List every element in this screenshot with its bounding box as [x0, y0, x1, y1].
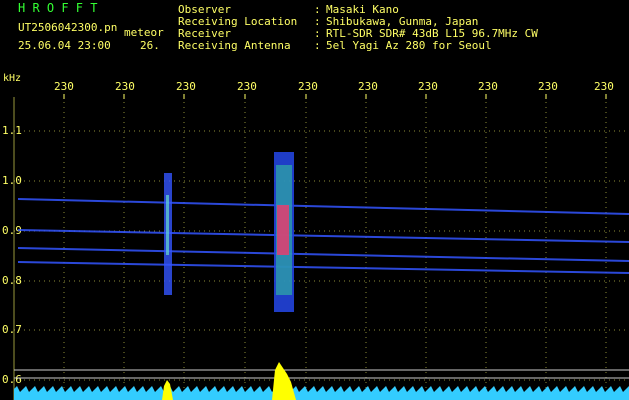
histogram-baseline — [14, 386, 629, 400]
carrier-trace — [17, 229, 629, 243]
carrier-trace — [17, 198, 629, 215]
signal-histogram — [14, 362, 629, 400]
meteor-echo-large-core — [277, 205, 289, 255]
histogram-peak-large — [272, 362, 296, 400]
carrier-trace — [17, 261, 629, 274]
plot-grid — [13, 94, 629, 400]
spectrogram-plot — [13, 94, 629, 400]
carrier-traces — [17, 198, 629, 274]
carrier-trace — [17, 247, 629, 262]
meteor-echo-small-core — [166, 195, 169, 255]
